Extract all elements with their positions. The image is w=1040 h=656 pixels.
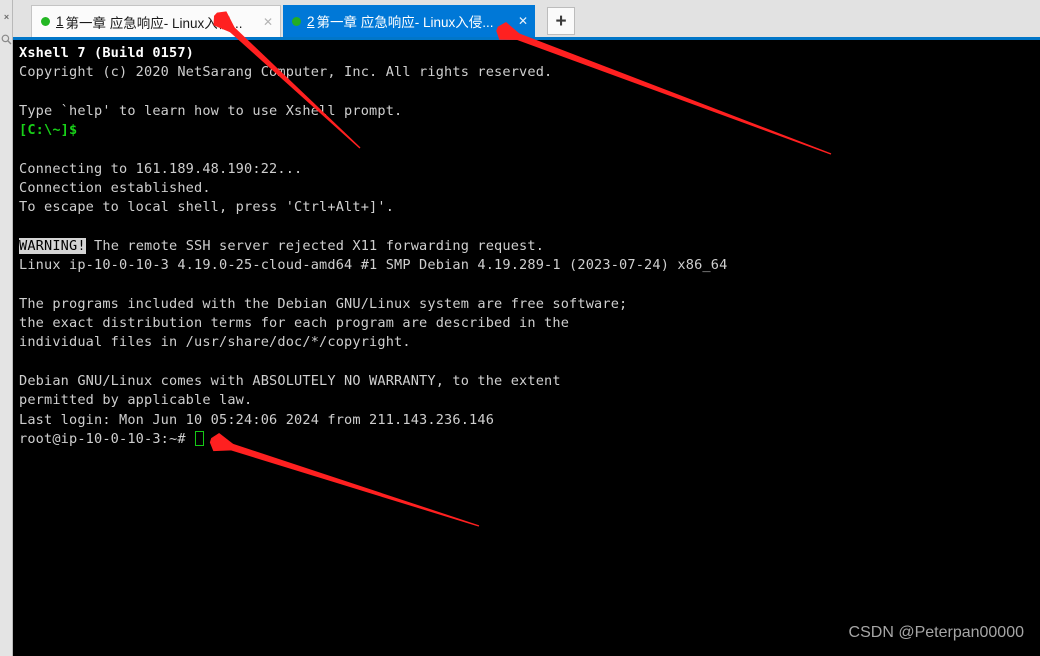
terminal-text-span: individual files in /usr/share/doc/*/cop… — [19, 334, 411, 351]
terminal-text-span: the exact distribution terms for each pr… — [19, 315, 570, 332]
tab-number: 1 — [56, 14, 64, 29]
terminal-line: To escape to local shell, press 'Ctrl+Al… — [19, 198, 727, 217]
tab-status-dot-icon — [292, 16, 301, 26]
terminal-line: root@ip-10-0-10-3:~# — [19, 430, 727, 449]
tab-1[interactable]: 1 第一章 应急响应- Linux入侵... ✕ — [31, 5, 281, 37]
terminal-line: Linux ip-10-0-10-3 4.19.0-25-cloud-amd64… — [19, 256, 727, 275]
terminal-text-span: To escape to local shell, press 'Ctrl+Al… — [19, 199, 395, 216]
tab-2[interactable]: 2 第一章 应急响应- Linux入侵... ✕ — [283, 5, 535, 37]
terminal-text-span: Type `help' to learn how to use Xshell p… — [19, 102, 403, 119]
terminal-text-span: WARNING! — [19, 237, 86, 254]
terminal-text-span: Debian GNU/Linux comes with ABSOLUTELY N… — [19, 373, 561, 390]
new-tab-button[interactable]: + — [547, 7, 575, 35]
terminal-line: Xshell 7 (Build 0157) — [19, 44, 727, 63]
terminal-line: individual files in /usr/share/doc/*/cop… — [19, 333, 727, 352]
terminal-text-span: root@ip-10-0-10-3:~# — [19, 430, 195, 447]
terminal-text-span: permitted by applicable law. — [19, 392, 253, 409]
terminal-text-span: Copyright (c) 2020 NetSarang Computer, I… — [19, 64, 553, 81]
terminal-line: WARNING! The remote SSH server rejected … — [19, 237, 727, 256]
terminal-line: Type `help' to learn how to use Xshell p… — [19, 102, 727, 121]
terminal-text-span: Connection established. — [19, 180, 211, 197]
terminal-line: Connecting to 161.189.48.190:22... — [19, 160, 727, 179]
tab-title: 第一章 应急响应- Linux入侵... — [65, 15, 243, 31]
terminal-pane[interactable]: Xshell 7 (Build 0157) Copyright (c) 2020 … — [13, 40, 1040, 656]
terminal-text-span: Linux ip-10-0-10-3 4.19.0-25-cloud-amd64… — [19, 257, 728, 274]
tabstrip: 1 第一章 应急响应- Linux入侵... ✕ 2 第一章 应急响应- Lin… — [13, 0, 1040, 37]
tab-close-icon[interactable]: ✕ — [515, 15, 531, 27]
terminal-line: The programs included with the Debian GN… — [19, 295, 727, 314]
terminal-line: Copyright (c) 2020 NetSarang Computer, I… — [19, 63, 727, 82]
terminal-line: the exact distribution terms for each pr… — [19, 314, 727, 333]
terminal-text-span: Last login: Mon Jun 10 05:24:06 2024 fro… — [19, 411, 495, 428]
xshell-window: × 1 第一章 应急响应- Linux入侵... ✕ 2 第一章 应急响应- L… — [0, 0, 1040, 656]
watermark: CSDN @Peterpan00000 — [848, 624, 1024, 641]
tab-close-icon[interactable]: ✕ — [260, 16, 276, 28]
search-icon[interactable] — [0, 34, 13, 45]
terminal-line: Last login: Mon Jun 10 05:24:06 2024 fro… — [19, 411, 727, 430]
terminal-text-span: The remote SSH server rejected X11 forwa… — [85, 237, 545, 254]
close-icon[interactable]: × — [0, 12, 13, 22]
terminal-line: Connection established. — [19, 179, 727, 198]
terminal-text-span: Xshell 7 (Build 0157) — [19, 45, 195, 61]
tab-number: 2 — [307, 13, 315, 29]
terminal-line: Debian GNU/Linux comes with ABSOLUTELY N… — [19, 372, 727, 391]
terminal-line: [C:\~]$ — [19, 121, 727, 140]
terminal-line: permitted by applicable law. — [19, 391, 727, 410]
terminal-text-span: The programs included with the Debian GN… — [19, 295, 628, 312]
tab-status-dot-icon — [41, 17, 50, 26]
terminal-cursor — [195, 430, 205, 446]
terminal-output: Xshell 7 (Build 0157) Copyright (c) 2020 … — [19, 44, 727, 449]
terminal-text-span: [C:\~]$ — [19, 122, 78, 139]
left-rail: × — [0, 0, 13, 656]
terminal-text-span: Connecting to 161.189.48.190:22... — [19, 160, 303, 177]
tab-title: 第一章 应急响应- Linux入侵... — [316, 15, 494, 30]
